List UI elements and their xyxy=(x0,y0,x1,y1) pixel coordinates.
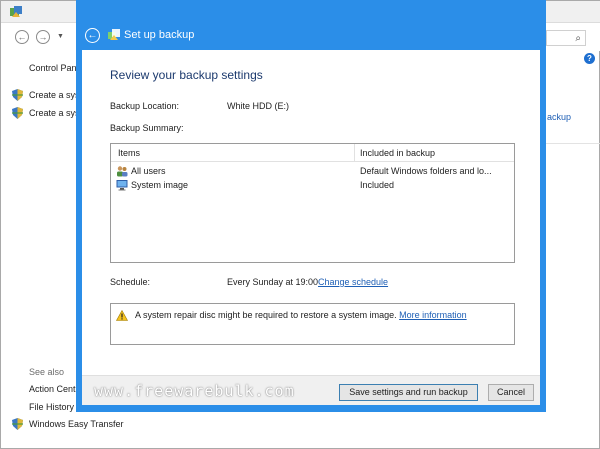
breadcrumb-control-panel[interactable]: Control Pan xyxy=(29,63,77,73)
backup-summary-list[interactable]: Items Included in backup All users Defau… xyxy=(110,143,515,263)
more-information-link[interactable]: More information xyxy=(399,310,467,320)
row-included-value: Default Windows folders and lo... xyxy=(360,166,492,176)
right-divider xyxy=(546,143,600,144)
dialog-content: Review your backup settings Backup Locat… xyxy=(82,50,540,405)
dialog-footer: www.freewarebulk.com Save settings and r… xyxy=(82,375,540,405)
see-also-label: See also xyxy=(29,367,65,377)
shield-icon xyxy=(12,107,23,119)
task-link-create-system-2[interactable]: Create a sys xyxy=(29,108,80,118)
control-panel-app-icon xyxy=(10,6,22,17)
schedule-label: Schedule: xyxy=(110,277,151,287)
search-icon[interactable]: ⌕ xyxy=(575,33,581,44)
control-panel-search-input[interactable]: ⌕ xyxy=(546,30,586,46)
backup-location-label: Backup Location: xyxy=(110,101,180,111)
cancel-button[interactable]: Cancel xyxy=(488,384,534,401)
task-link-create-system-1[interactable]: Create a sys xyxy=(29,90,80,100)
row-item-name: System image xyxy=(131,180,189,190)
see-also-action-center[interactable]: Action Cent xyxy=(29,384,76,394)
column-header-included[interactable]: Included in backup xyxy=(360,148,435,158)
warning-message: A system repair disc might be required t… xyxy=(135,310,467,320)
warning-text: A system repair disc might be required t… xyxy=(135,310,397,320)
system-repair-warning: A system repair disc might be required t… xyxy=(110,303,515,345)
backup-summary-label: Backup Summary: xyxy=(110,123,184,133)
row-item-name: All users xyxy=(131,166,166,176)
row-included-value: Included xyxy=(360,180,395,190)
save-and-run-backup-button[interactable]: Save settings and run backup xyxy=(339,384,478,401)
schedule-value: Every Sunday at 19:00 xyxy=(227,277,319,287)
see-also-windows-easy-transfer[interactable]: Windows Easy Transfer xyxy=(29,419,124,429)
dialog-title: Set up backup xyxy=(124,29,195,41)
setup-backup-dialog: ← Set up backup Review your backup setti… xyxy=(76,0,546,412)
watermark-text: www.freewarebulk.com xyxy=(94,382,295,400)
shield-icon xyxy=(12,418,23,430)
help-icon[interactable]: ? xyxy=(584,53,595,64)
back-arrow-icon[interactable]: ← xyxy=(85,28,100,43)
computer-icon xyxy=(116,180,128,191)
users-icon xyxy=(117,166,128,177)
warning-icon xyxy=(116,310,128,321)
table-row[interactable]: System image Included xyxy=(111,178,514,192)
backup-location-value: White HDD (E:) xyxy=(227,101,290,111)
backup-icon xyxy=(108,29,120,40)
nav-forward-button[interactable]: → xyxy=(36,30,50,44)
column-header-items[interactable]: Items xyxy=(118,148,140,158)
list-header: Items Included in backup xyxy=(111,144,514,162)
shield-icon xyxy=(12,89,23,101)
column-separator[interactable] xyxy=(354,144,355,162)
right-backup-link[interactable]: ackup xyxy=(547,112,571,122)
change-schedule-link[interactable]: Change schedule xyxy=(318,277,388,287)
page-title: Review your backup settings xyxy=(110,68,263,82)
see-also-file-history[interactable]: File History xyxy=(29,402,74,412)
nav-history-dropdown-icon[interactable]: ▼ xyxy=(57,33,64,40)
table-row[interactable]: All users Default Windows folders and lo… xyxy=(111,164,514,178)
nav-back-button[interactable]: ← xyxy=(15,30,29,44)
